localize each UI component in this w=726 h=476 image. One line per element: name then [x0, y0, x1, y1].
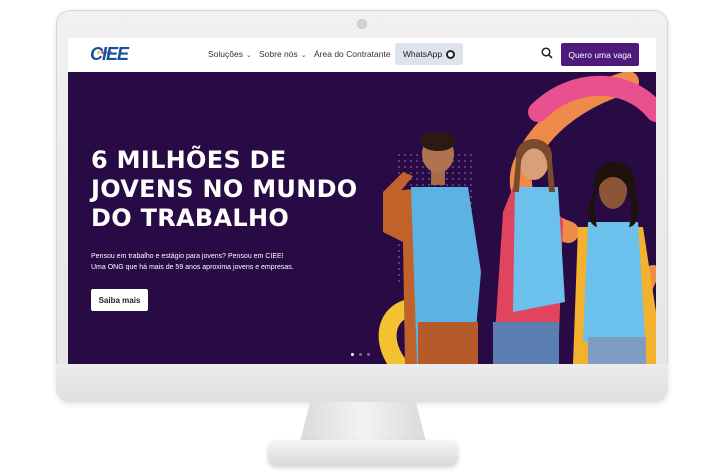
hero-title: 6 MILHÕES DE JOVENS NO MUNDO DO TRABALHO [91, 146, 358, 232]
saiba-mais-button[interactable]: Saiba mais [91, 289, 148, 311]
chevron-down-icon: ⌄ [245, 52, 252, 59]
carousel-dots [351, 353, 370, 356]
carousel-dot-1[interactable] [351, 353, 354, 356]
monitor-stand-base [268, 440, 458, 466]
chevron-down-icon: ⌄ [300, 52, 307, 59]
camera-icon [357, 19, 367, 29]
monitor-chin [56, 364, 668, 402]
carousel-dot-3[interactable] [367, 353, 370, 356]
hero-subtitle-line2: Uma ONG que há mais de 59 anos aproxima … [91, 264, 294, 271]
nav-item-label: Sobre nós [259, 49, 298, 59]
nav-item-label: Soluções [208, 49, 243, 59]
nav-item-area-contratante[interactable]: Área do Contratante [314, 49, 391, 59]
whatsapp-button[interactable]: WhatsApp [395, 43, 463, 65]
top-navbar: CIEE Soluções ⌄ Sobre nós ⌄ Área do Contra… [68, 38, 656, 72]
nav-item-sobre-nos[interactable]: Sobre nós ⌄ [259, 49, 307, 59]
quero-uma-vaga-button[interactable]: Quero uma vaga [561, 43, 639, 66]
carousel-dot-2[interactable] [359, 353, 362, 356]
screen: CIEE Soluções ⌄ Sobre nós ⌄ Área do Contra… [68, 38, 656, 364]
monitor-stand-neck [300, 402, 426, 442]
nav-item-label: Área do Contratante [314, 49, 391, 59]
hero-photo-people [383, 132, 656, 364]
search-icon[interactable] [541, 47, 553, 59]
hero-subtitle-line1: Pensou em trabalho e estágio para jovens… [91, 253, 284, 260]
hero-subtitle: Pensou em trabalho e estágio para jovens… [91, 251, 341, 273]
hero-banner: 6 MILHÕES DE JOVENS NO MUNDO DO TRABALHO… [68, 72, 656, 364]
whatsapp-label: WhatsApp [402, 49, 443, 59]
nav-item-solucoes[interactable]: Soluções ⌄ [208, 49, 252, 59]
whatsapp-icon [446, 49, 456, 59]
ciee-logo[interactable]: CIEE [90, 44, 129, 65]
